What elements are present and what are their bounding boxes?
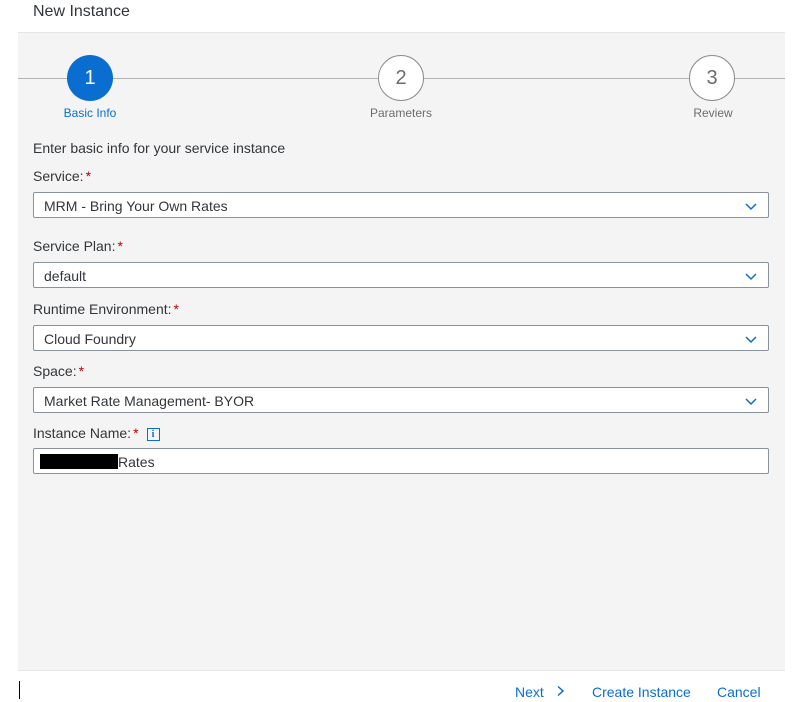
wizard-step-2-label: Parameters: [369, 106, 433, 120]
runtime-environment-label-text: Runtime Environment:: [33, 301, 172, 317]
form-intro-text: Enter basic info for your service instan…: [33, 140, 286, 156]
service-select[interactable]: MRM - Bring Your Own Rates: [33, 192, 769, 218]
service-label-text: Service:: [33, 168, 84, 184]
instance-name-value: Rates: [118, 454, 155, 470]
cancel-button[interactable]: Cancel: [717, 684, 761, 700]
required-marker: *: [85, 168, 92, 184]
space-label: Space: *: [33, 363, 84, 379]
space-select[interactable]: Market Rate Management- BYOR: [33, 387, 769, 413]
chevron-right-icon: [557, 685, 564, 697]
instance-name-label-text: Instance Name:: [33, 425, 132, 441]
service-plan-select-value: default: [44, 268, 87, 284]
required-marker: *: [78, 363, 85, 379]
required-marker: *: [173, 301, 179, 317]
info-icon[interactable]: i: [146, 427, 160, 441]
dialog-title: New Instance: [33, 3, 130, 20]
wizard-step-3-label: Review: [693, 106, 733, 120]
text-cursor: [19, 681, 20, 699]
service-plan-label: Service Plan: *: [33, 238, 123, 254]
next-button-label: Next: [515, 684, 544, 700]
create-instance-button[interactable]: Create Instance: [592, 684, 691, 700]
service-label: Service: *: [33, 168, 91, 184]
required-marker: *: [133, 425, 139, 441]
redacted-text: [40, 454, 118, 469]
service-plan-label-text: Service Plan:: [33, 238, 116, 254]
instance-name-label: Instance Name: * i: [33, 425, 160, 441]
wizard-step-1-label: Basic Info: [63, 106, 117, 120]
chevron-down-icon[interactable]: [744, 394, 758, 408]
instance-name-input[interactable]: Rates: [33, 448, 769, 474]
service-plan-select[interactable]: default: [33, 262, 769, 288]
runtime-environment-select[interactable]: Cloud Foundry: [33, 325, 769, 351]
wizard-step-1[interactable]: 1: [67, 55, 113, 101]
next-button[interactable]: Next: [515, 684, 565, 700]
chevron-down-icon[interactable]: [744, 199, 758, 213]
dialog-content: [18, 32, 785, 671]
space-label-text: Space:: [33, 363, 77, 379]
wizard-step-3[interactable]: 3: [689, 55, 735, 101]
runtime-environment-select-value: Cloud Foundry: [44, 331, 136, 347]
space-select-value: Market Rate Management- BYOR: [44, 393, 255, 409]
required-marker: *: [117, 238, 123, 254]
chevron-down-icon[interactable]: [744, 332, 758, 346]
footer-divider: [18, 670, 785, 671]
chevron-down-icon[interactable]: [744, 269, 758, 283]
wizard-step-2[interactable]: 2: [378, 55, 424, 101]
runtime-environment-label: Runtime Environment: *: [33, 301, 179, 317]
service-select-value: MRM - Bring Your Own Rates: [44, 198, 228, 214]
